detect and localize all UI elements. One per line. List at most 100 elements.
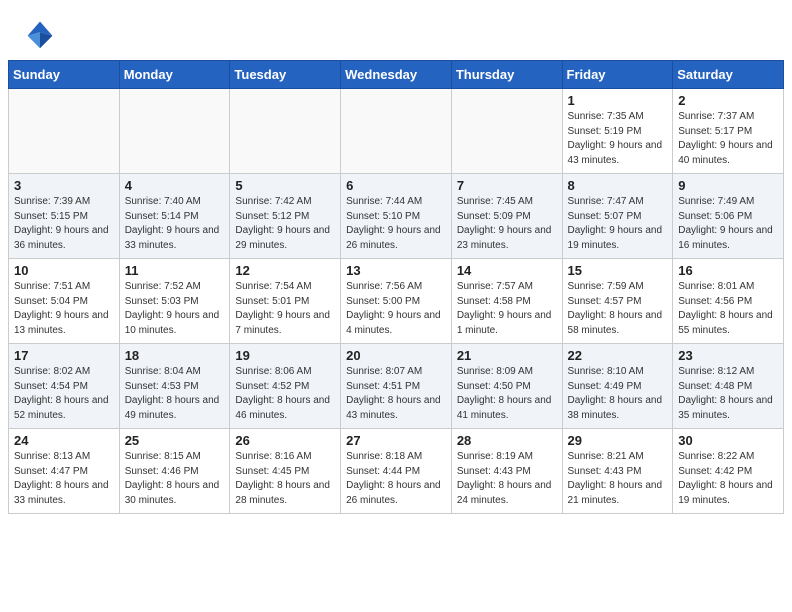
weekday-header: Friday <box>562 61 673 89</box>
day-number: 22 <box>568 348 668 363</box>
weekday-row: SundayMondayTuesdayWednesdayThursdayFrid… <box>9 61 784 89</box>
calendar-cell: 1 Sunrise: 7:35 AM Sunset: 5:19 PM Daylig… <box>562 89 673 174</box>
day-info: Sunrise: 7:54 AM Sunset: 5:01 PM Dayligh… <box>235 280 335 338</box>
calendar-cell: 21Sunrise: 8:09 AM Sunset: 4:50 PM Dayli… <box>451 344 562 429</box>
day-info: Sunrise: 8:13 AM Sunset: 4:47 PM Dayligh… <box>14 450 114 508</box>
day-number: 30 <box>678 433 778 448</box>
calendar-week-row: 10 Sunrise: 7:51 AM Sunset: 5:04 PM Dayli… <box>9 259 784 344</box>
calendar-cell: 5Sunrise: 7:42 AM Sunset: 5:12 PM Daylig… <box>230 174 341 259</box>
calendar-body: 1 Sunrise: 7:35 AM Sunset: 5:19 PM Daylig… <box>9 89 784 514</box>
day-number: 19 <box>235 348 335 363</box>
day-info: Sunrise: 7:42 AM Sunset: 5:12 PM Dayligh… <box>235 195 335 253</box>
calendar-cell: 25 Sunrise: 8:15 AM Sunset: 4:46 PM Dayli… <box>119 429 230 514</box>
day-info: Sunrise: 8:04 AM Sunset: 4:53 PM Dayligh… <box>125 365 225 423</box>
day-number: 20 <box>346 348 446 363</box>
calendar-week-row: 1 Sunrise: 7:35 AM Sunset: 5:19 PM Daylig… <box>9 89 784 174</box>
day-info: Sunrise: 8:06 AM Sunset: 4:52 PM Dayligh… <box>235 365 335 423</box>
day-info: Sunrise: 8:07 AM Sunset: 4:51 PM Dayligh… <box>346 365 446 423</box>
calendar-cell <box>230 89 341 174</box>
calendar-container: SundayMondayTuesdayWednesdayThursdayFrid… <box>0 60 792 522</box>
calendar-cell <box>119 89 230 174</box>
day-info: Sunrise: 8:02 AM Sunset: 4:54 PM Dayligh… <box>14 365 114 423</box>
day-info: Sunrise: 7:57 AM Sunset: 4:58 PM Dayligh… <box>457 280 557 338</box>
day-info: Sunrise: 8:18 AM Sunset: 4:44 PM Dayligh… <box>346 450 446 508</box>
day-info: Sunrise: 8:21 AM Sunset: 4:43 PM Dayligh… <box>568 450 668 508</box>
calendar-cell: 22 Sunrise: 8:10 AM Sunset: 4:49 PM Dayli… <box>562 344 673 429</box>
calendar-cell: 18 Sunrise: 8:04 AM Sunset: 4:53 PM Dayli… <box>119 344 230 429</box>
calendar-header: SundayMondayTuesdayWednesdayThursdayFrid… <box>9 61 784 89</box>
calendar-cell: 27 Sunrise: 8:18 AM Sunset: 4:44 PM Dayli… <box>341 429 452 514</box>
calendar-week-row: 24 Sunrise: 8:13 AM Sunset: 4:47 PM Dayli… <box>9 429 784 514</box>
weekday-header: Saturday <box>673 61 784 89</box>
day-number: 27 <box>346 433 446 448</box>
calendar-cell: 16Sunrise: 8:01 AM Sunset: 4:56 PM Dayli… <box>673 259 784 344</box>
day-number: 3 <box>14 178 114 193</box>
calendar-cell: 24 Sunrise: 8:13 AM Sunset: 4:47 PM Dayli… <box>9 429 120 514</box>
day-number: 25 <box>125 433 225 448</box>
weekday-header: Wednesday <box>341 61 452 89</box>
day-number: 26 <box>235 433 335 448</box>
day-number: 10 <box>14 263 114 278</box>
calendar-cell: 28Sunrise: 8:19 AM Sunset: 4:43 PM Dayli… <box>451 429 562 514</box>
calendar-week-row: 17 Sunrise: 8:02 AM Sunset: 4:54 PM Dayli… <box>9 344 784 429</box>
calendar-cell: 17 Sunrise: 8:02 AM Sunset: 4:54 PM Dayli… <box>9 344 120 429</box>
calendar-cell: 13Sunrise: 7:56 AM Sunset: 5:00 PM Dayli… <box>341 259 452 344</box>
day-info: Sunrise: 7:35 AM Sunset: 5:19 PM Dayligh… <box>568 110 668 168</box>
day-info: Sunrise: 8:15 AM Sunset: 4:46 PM Dayligh… <box>125 450 225 508</box>
calendar-cell: 26 Sunrise: 8:16 AM Sunset: 4:45 PM Dayli… <box>230 429 341 514</box>
weekday-header: Thursday <box>451 61 562 89</box>
calendar-cell: 6 Sunrise: 7:44 AM Sunset: 5:10 PM Daylig… <box>341 174 452 259</box>
day-number: 9 <box>678 178 778 193</box>
day-info: Sunrise: 7:52 AM Sunset: 5:03 PM Dayligh… <box>125 280 225 338</box>
day-info: Sunrise: 7:40 AM Sunset: 5:14 PM Dayligh… <box>125 195 225 253</box>
calendar-table: SundayMondayTuesdayWednesdayThursdayFrid… <box>8 60 784 514</box>
day-info: Sunrise: 7:59 AM Sunset: 4:57 PM Dayligh… <box>568 280 668 338</box>
calendar-cell <box>9 89 120 174</box>
logo <box>24 18 62 50</box>
calendar-cell: 3 Sunrise: 7:39 AM Sunset: 5:15 PM Daylig… <box>9 174 120 259</box>
calendar-cell: 19 Sunrise: 8:06 AM Sunset: 4:52 PM Dayli… <box>230 344 341 429</box>
day-info: Sunrise: 7:51 AM Sunset: 5:04 PM Dayligh… <box>14 280 114 338</box>
day-number: 14 <box>457 263 557 278</box>
day-number: 13 <box>346 263 446 278</box>
day-info: Sunrise: 7:49 AM Sunset: 5:06 PM Dayligh… <box>678 195 778 253</box>
calendar-week-row: 3 Sunrise: 7:39 AM Sunset: 5:15 PM Daylig… <box>9 174 784 259</box>
day-info: Sunrise: 7:47 AM Sunset: 5:07 PM Dayligh… <box>568 195 668 253</box>
calendar-cell: 15 Sunrise: 7:59 AM Sunset: 4:57 PM Dayli… <box>562 259 673 344</box>
day-number: 8 <box>568 178 668 193</box>
calendar-cell <box>341 89 452 174</box>
day-number: 2 <box>678 93 778 108</box>
page-header <box>0 0 792 60</box>
calendar-cell: 14 Sunrise: 7:57 AM Sunset: 4:58 PM Dayli… <box>451 259 562 344</box>
day-number: 15 <box>568 263 668 278</box>
calendar-cell: 30 Sunrise: 8:22 AM Sunset: 4:42 PM Dayli… <box>673 429 784 514</box>
calendar-cell: 8 Sunrise: 7:47 AM Sunset: 5:07 PM Daylig… <box>562 174 673 259</box>
day-number: 18 <box>125 348 225 363</box>
day-number: 16 <box>678 263 778 278</box>
day-info: Sunrise: 7:45 AM Sunset: 5:09 PM Dayligh… <box>457 195 557 253</box>
weekday-header: Monday <box>119 61 230 89</box>
day-number: 1 <box>568 93 668 108</box>
day-info: Sunrise: 8:10 AM Sunset: 4:49 PM Dayligh… <box>568 365 668 423</box>
day-number: 6 <box>346 178 446 193</box>
day-info: Sunrise: 8:12 AM Sunset: 4:48 PM Dayligh… <box>678 365 778 423</box>
day-number: 23 <box>678 348 778 363</box>
day-number: 11 <box>125 263 225 278</box>
calendar-cell: 23 Sunrise: 8:12 AM Sunset: 4:48 PM Dayli… <box>673 344 784 429</box>
day-number: 17 <box>14 348 114 363</box>
calendar-cell: 4Sunrise: 7:40 AM Sunset: 5:14 PM Daylig… <box>119 174 230 259</box>
day-info: Sunrise: 8:19 AM Sunset: 4:43 PM Dayligh… <box>457 450 557 508</box>
day-info: Sunrise: 7:39 AM Sunset: 5:15 PM Dayligh… <box>14 195 114 253</box>
day-info: Sunrise: 8:16 AM Sunset: 4:45 PM Dayligh… <box>235 450 335 508</box>
day-number: 29 <box>568 433 668 448</box>
calendar-cell: 11 Sunrise: 7:52 AM Sunset: 5:03 PM Dayli… <box>119 259 230 344</box>
logo-icon <box>24 18 56 50</box>
calendar-cell: 10 Sunrise: 7:51 AM Sunset: 5:04 PM Dayli… <box>9 259 120 344</box>
day-info: Sunrise: 7:44 AM Sunset: 5:10 PM Dayligh… <box>346 195 446 253</box>
day-info: Sunrise: 8:22 AM Sunset: 4:42 PM Dayligh… <box>678 450 778 508</box>
calendar-cell: 20 Sunrise: 8:07 AM Sunset: 4:51 PM Dayli… <box>341 344 452 429</box>
calendar-cell: 2Sunrise: 7:37 AM Sunset: 5:17 PM Daylig… <box>673 89 784 174</box>
day-number: 24 <box>14 433 114 448</box>
day-number: 21 <box>457 348 557 363</box>
weekday-header: Sunday <box>9 61 120 89</box>
